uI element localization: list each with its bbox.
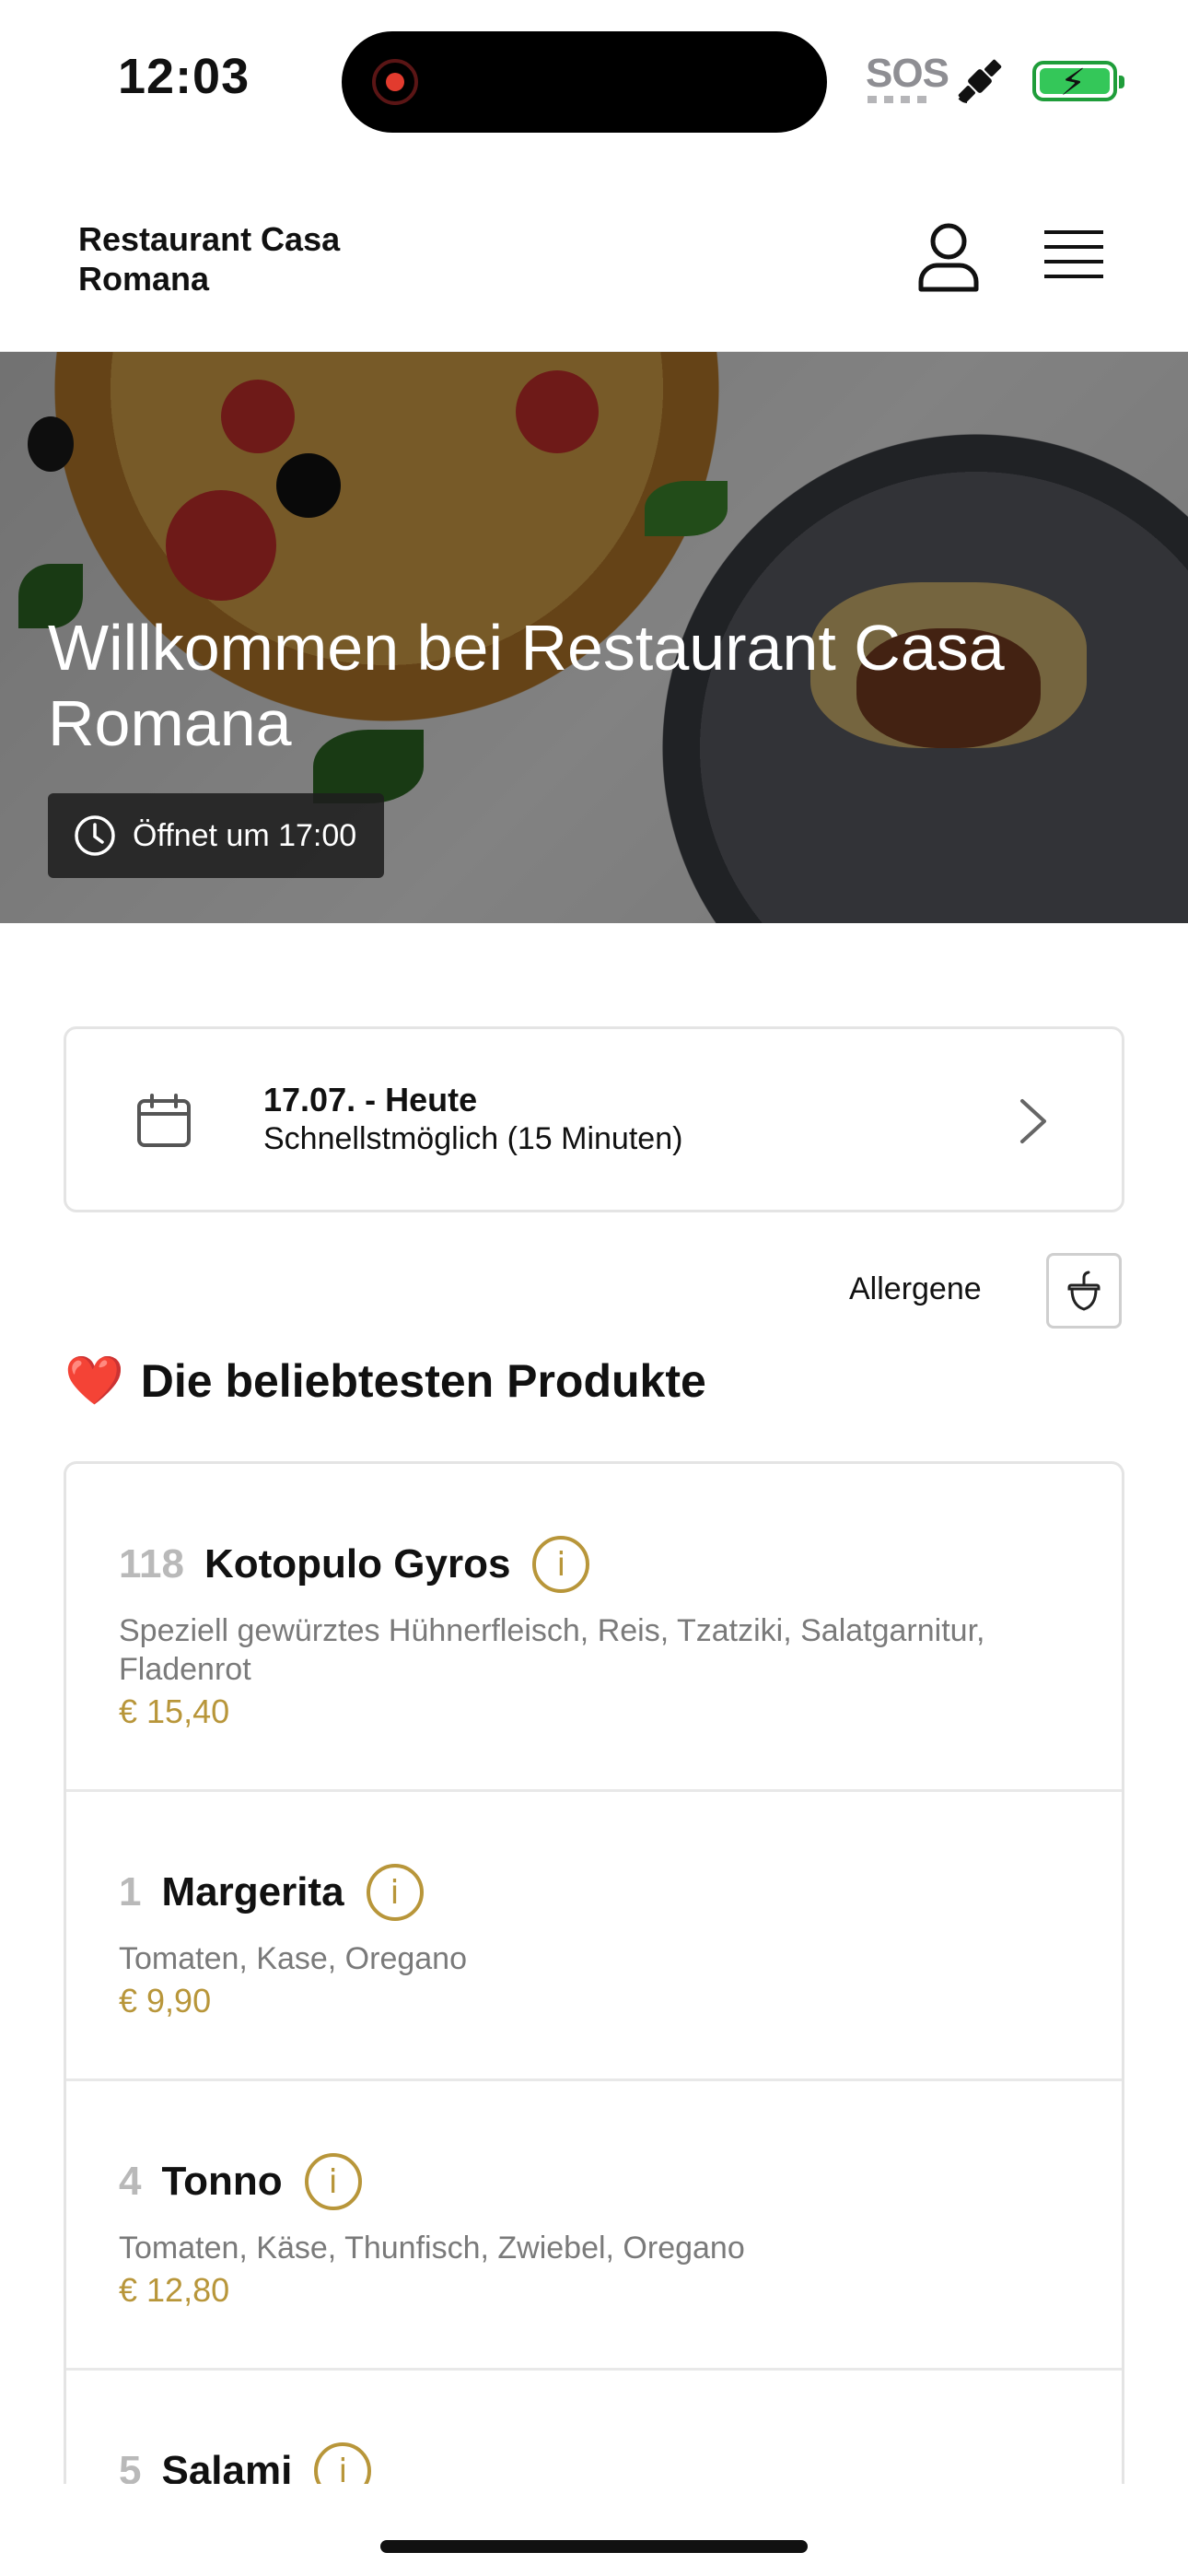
hero-title: Willkommen bei Restaurant Casa Romana — [48, 612, 1005, 759]
product-item[interactable]: 4 Tonno i Tomaten, Käse, Thunfisch, Zwie… — [66, 2081, 1122, 2371]
battery-charging-icon: ⚡ — [1032, 61, 1124, 103]
clock-icon — [75, 815, 115, 856]
section-title-text: Die beliebtesten Produkte — [140, 1354, 706, 1407]
product-item[interactable]: 5 Salami i — [66, 2371, 1122, 2484]
hamburger-menu-icon[interactable] — [1044, 228, 1103, 280]
product-price: € 9,90 — [119, 1982, 212, 2020]
product-number: 118 — [119, 1541, 184, 1587]
product-item[interactable]: 118 Kotopulo Gyros i Speziell gewürztes … — [66, 1464, 1122, 1792]
product-name: Kotopulo Gyros — [204, 1541, 511, 1587]
acorn-icon — [1067, 1270, 1101, 1311]
info-icon[interactable]: i — [366, 1864, 424, 1921]
product-price: € 12,80 — [119, 2271, 230, 2309]
order-slot: Schnellstmöglich (15 Minuten) — [263, 1121, 683, 1156]
product-item[interactable]: 1 Margerita i Tomaten, Kase, Oregano € 9… — [66, 1792, 1122, 2081]
popular-products-heading: ❤️ Die beliebtesten Produkte — [64, 1352, 706, 1409]
info-icon[interactable]: i — [314, 2442, 372, 2484]
calendar-icon — [137, 1094, 191, 1147]
product-price: € 15,40 — [119, 1692, 230, 1730]
product-number: 5 — [119, 2448, 142, 2484]
product-description: Speziell gewürztes Hühnerfleisch, Reis, … — [119, 1613, 985, 1687]
product-description: Tomaten, Kase, Oregano — [119, 1941, 468, 1976]
home-indicator[interactable] — [380, 2540, 808, 2553]
opening-time-badge: Öffnet um 17:00 — [48, 793, 385, 878]
recording-indicator-icon — [372, 59, 418, 105]
app-header: Restaurant Casa Romana — [0, 157, 1188, 352]
allergens-label[interactable]: Allergene — [849, 1271, 982, 1307]
product-name: Tonno — [161, 2159, 283, 2204]
restaurant-name[interactable]: Restaurant Casa Romana — [78, 219, 382, 299]
product-number: 1 — [119, 1869, 142, 1914]
status-bar: 12:03 SOS ⚡ — [0, 0, 1188, 157]
order-date: 17.07. - Heute — [263, 1081, 478, 1118]
heart-icon: ❤️ — [64, 1354, 124, 1408]
opening-time-text: Öffnet um 17:00 — [133, 817, 357, 853]
dynamic-island — [342, 31, 827, 133]
product-number: 4 — [119, 2159, 142, 2204]
info-icon[interactable]: i — [304, 2153, 362, 2210]
product-list: 118 Kotopulo Gyros i Speziell gewürztes … — [64, 1461, 1124, 2484]
chevron-right-icon — [1020, 1099, 1046, 1143]
satellite-icon — [958, 59, 1002, 103]
order-time-selector[interactable]: 17.07. - Heute Schnellstmöglich (15 Minu… — [64, 1026, 1124, 1212]
user-icon[interactable] — [915, 221, 982, 295]
product-name: Margerita — [161, 1869, 344, 1914]
product-description: Tomaten, Käse, Thunfisch, Zwiebel, Orega… — [119, 2231, 745, 2266]
sos-signal-dots — [868, 96, 926, 103]
hero-banner: Willkommen bei Restaurant Casa Romana Öf… — [0, 352, 1188, 923]
info-icon[interactable]: i — [532, 1536, 590, 1593]
status-time: 12:03 — [118, 49, 250, 104]
allergens-filter-button[interactable] — [1046, 1253, 1122, 1329]
sos-label: SOS — [866, 51, 949, 96]
product-name: Salami — [161, 2448, 293, 2484]
